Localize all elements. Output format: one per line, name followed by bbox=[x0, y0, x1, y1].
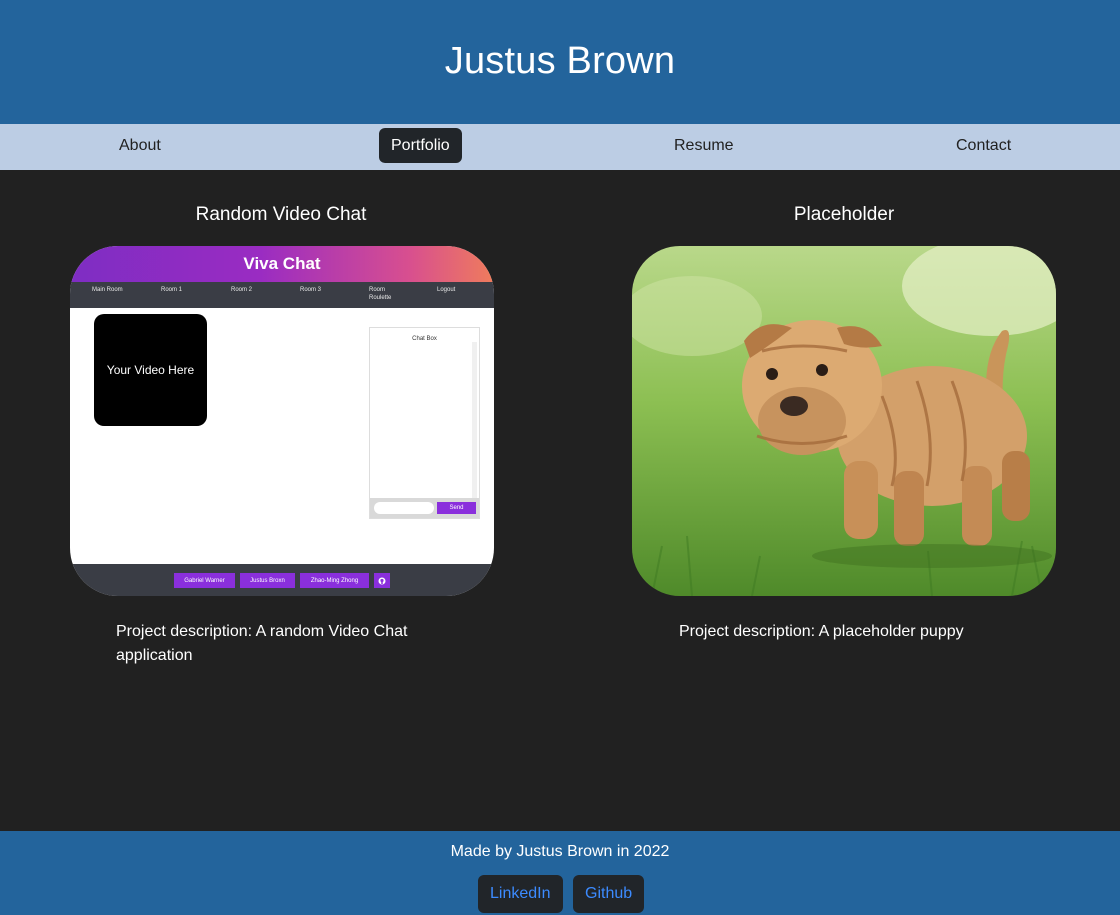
author-badge: Justus Broxn bbox=[240, 573, 295, 588]
author-badge: Zhao-Ming Zhong bbox=[300, 573, 369, 588]
site-footer: Made by Justus Brown in 2022 LinkedIn Gi… bbox=[0, 831, 1120, 915]
github-icon bbox=[374, 573, 390, 588]
app-nav-item: Room Roulette bbox=[369, 287, 392, 301]
nav-contact[interactable]: Contact bbox=[944, 128, 1023, 163]
linkedin-link[interactable]: LinkedIn bbox=[478, 875, 563, 913]
github-link[interactable]: Github bbox=[573, 875, 645, 913]
project-description: Project description: A placeholder puppy bbox=[679, 623, 964, 640]
app-nav-item: Main Room bbox=[92, 287, 123, 293]
project-description: Project description: A random Video Chat… bbox=[116, 623, 408, 664]
puppy-image[interactable] bbox=[632, 246, 1056, 596]
project-title: Random Video Chat bbox=[195, 204, 367, 225]
app-nav: Main Room Room 1 Room 2 Room 3 Room Roul… bbox=[70, 282, 494, 308]
video-box: Your Video Here bbox=[94, 314, 207, 426]
app-footer: Gabriel Warner Justus Broxn Zhao-Ming Zh… bbox=[70, 564, 494, 596]
app-nav-item: Room 1 bbox=[161, 287, 183, 293]
project-screenshot[interactable]: Viva Chat Main Room Room 1 Room 2 Room 3… bbox=[70, 246, 494, 596]
main-nav: About Portfolio Resume Contact bbox=[0, 124, 1120, 170]
app-nav-item: Room 3 bbox=[300, 287, 322, 293]
chat-input-bar: Send bbox=[370, 498, 479, 518]
project-title: Placeholder bbox=[793, 204, 895, 225]
author-badge: Gabriel Warner bbox=[174, 573, 235, 588]
chat-scrollbar bbox=[472, 342, 477, 498]
app-nav-item: Logout bbox=[437, 287, 456, 293]
nav-resume[interactable]: Resume bbox=[662, 128, 746, 163]
send-button: Send bbox=[437, 502, 476, 514]
app-nav-item: Room 2 bbox=[231, 287, 253, 293]
app-title: Viva Chat bbox=[243, 254, 321, 273]
footer-credit: Made by Justus Brown in 2022 bbox=[450, 843, 670, 860]
app-header: Viva Chat bbox=[70, 246, 494, 282]
chat-box: Chat Box Send bbox=[369, 327, 480, 519]
video-label: Your Video Here bbox=[106, 363, 195, 377]
site-header: Justus Brown bbox=[0, 0, 1120, 124]
nav-portfolio[interactable]: Portfolio bbox=[379, 128, 462, 163]
nav-about[interactable]: About bbox=[107, 128, 173, 163]
chat-input bbox=[374, 502, 434, 514]
site-title: Justus Brown bbox=[444, 39, 676, 82]
chat-title: Chat Box bbox=[412, 336, 437, 342]
